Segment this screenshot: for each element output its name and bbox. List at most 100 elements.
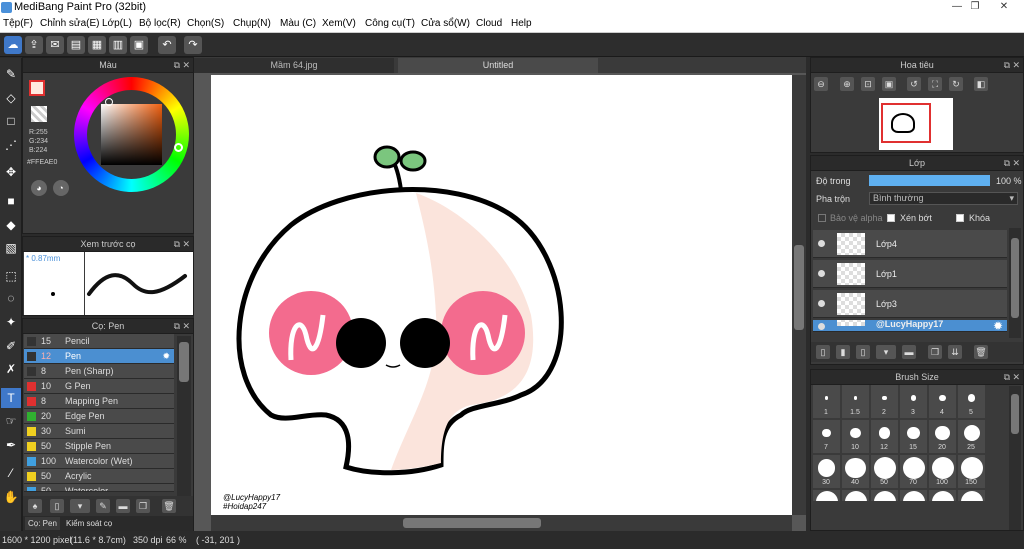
menu-filter[interactable]: Bộ lọc(R) [139, 18, 181, 29]
close-icon[interactable]: ✕ [182, 237, 190, 251]
gradient-tool-icon[interactable]: ▧ [1, 238, 21, 258]
scroll-thumb[interactable] [1011, 238, 1019, 318]
hand-tool-icon[interactable]: ✋ [1, 487, 21, 507]
menu-capture[interactable]: Chụp(N) [233, 18, 271, 29]
undo-button[interactable]: ↶ [158, 36, 176, 54]
tab-brush[interactable]: Cọ: Pen [25, 517, 60, 530]
hue-picker-handle[interactable] [174, 143, 183, 152]
move-tool-icon[interactable]: ✥ [1, 162, 21, 182]
scroll-thumb[interactable] [1011, 394, 1019, 434]
eyedropper-icon[interactable]: ✒ [1, 435, 21, 455]
close-icon[interactable]: ✕ [1012, 370, 1020, 384]
panel-icon[interactable]: ▣ [130, 36, 148, 54]
brush-size-cell[interactable]: 25 [958, 420, 985, 453]
scroll-thumb[interactable] [403, 518, 541, 528]
palette-icon[interactable]: ◕ [31, 180, 47, 196]
restore-button[interactable]: ❐ [963, 0, 987, 14]
brush-size-cell[interactable]: 10 [842, 420, 869, 453]
select-eraser-icon[interactable]: ✗ [1, 359, 21, 379]
canvas-vertical-scrollbar[interactable] [792, 75, 806, 515]
close-button[interactable]: ✕ [985, 0, 1023, 14]
brush-size-cell[interactable]: 400 [871, 490, 898, 501]
tab-untitled[interactable]: Untitled [398, 58, 598, 73]
tab-brush-control[interactable]: Kiểm soát cọ [63, 517, 115, 530]
menu-edit[interactable]: Chỉnh sửa(E) [40, 18, 100, 29]
dropper-icon[interactable]: ⁄ [1, 463, 21, 483]
brush-item[interactable]: 20 Edge Pen [24, 409, 174, 424]
lock-checkbox[interactable] [956, 214, 964, 222]
blend-select[interactable]: Bình thường ▾ [869, 192, 1018, 205]
brush-item[interactable]: 12 Pen ✹ [24, 349, 174, 364]
flip-icon[interactable]: ◧ [974, 77, 988, 91]
folder-icon[interactable]: ▬ [116, 499, 130, 513]
canvas-horizontal-scrollbar[interactable] [211, 515, 792, 531]
visibility-eye-icon[interactable] [818, 323, 825, 330]
brush-add-icon[interactable]: ♠ [28, 499, 42, 513]
close-icon[interactable]: ✕ [182, 319, 190, 333]
brush-item[interactable]: 10 G Pen [24, 379, 174, 394]
brush-size-cell[interactable]: 500 [900, 490, 927, 501]
visibility-eye-icon[interactable] [818, 240, 825, 247]
brush-item[interactable]: 50 Stipple Pen [24, 439, 174, 454]
popout-icon[interactable]: ⧉ [174, 237, 180, 251]
zoom-in-icon[interactable]: ⊕ [840, 77, 854, 91]
brush-item[interactable]: 100 Watercolor (Wet) [24, 454, 174, 469]
new-layer-plus-icon[interactable]: ▮ [836, 345, 850, 359]
close-icon[interactable]: ✕ [1012, 156, 1020, 170]
brush-size-cell[interactable]: 1 [813, 385, 840, 418]
brush-size-cell[interactable]: 1.5 [842, 385, 869, 418]
cloud-icon[interactable]: ☁ [4, 36, 22, 54]
rectangle-tool-icon[interactable]: □ [1, 111, 21, 131]
brush-size-cell[interactable]: 100 [929, 455, 956, 488]
layer-row[interactable]: @LucyHappy17 ✹ [813, 320, 1007, 332]
scroll-thumb[interactable] [794, 245, 804, 330]
brush-size-scrollbar[interactable] [1009, 386, 1021, 530]
brush-size-cell[interactable]: 200 [813, 490, 840, 501]
brush-item[interactable]: 30 Sumi [24, 424, 174, 439]
menu-color[interactable]: Màu (C) [280, 18, 316, 29]
gear-icon[interactable]: ✹ [993, 320, 1003, 331]
folder-icon[interactable]: ▬ [902, 345, 916, 359]
select-rect-icon[interactable]: ⬚ [1, 266, 21, 286]
text-tool-icon[interactable]: T [1, 388, 21, 408]
protect-alpha-checkbox[interactable] [818, 214, 826, 222]
scroll-thumb[interactable] [179, 342, 189, 382]
brush-list-scrollbar[interactable] [177, 336, 191, 496]
brush-item[interactable]: 50 Acrylic [24, 469, 174, 484]
layer-copy-icon[interactable]: ▯ [856, 345, 870, 359]
brush-size-cell[interactable]: 150 [958, 455, 985, 488]
brush-size-cell[interactable]: 15 [900, 420, 927, 453]
new-layer-icon[interactable]: ▯ [816, 345, 830, 359]
popout-icon[interactable]: ⧉ [1004, 58, 1010, 72]
popout-icon[interactable]: ⧉ [174, 58, 180, 72]
gear-icon[interactable]: ✹ [162, 349, 170, 364]
rotate-right-icon[interactable]: ↻ [949, 77, 963, 91]
redo-button[interactable]: ↷ [184, 36, 202, 54]
chat-icon[interactable]: ▤ [67, 36, 85, 54]
visibility-eye-icon[interactable] [818, 270, 825, 277]
brush-size-cell[interactable]: 40 [842, 455, 869, 488]
menu-select[interactable]: Chọn(S) [187, 18, 224, 29]
brush-size-cell[interactable]: 50 [871, 455, 898, 488]
artboard[interactable]: @LucyHappy17 #Hoidap247 [211, 75, 792, 515]
foreground-color-swatch[interactable] [29, 80, 45, 96]
share-icon[interactable]: ⇪ [25, 36, 43, 54]
menu-help[interactable]: Help [511, 18, 532, 29]
layer-row[interactable]: Lớp4 [813, 230, 1007, 258]
brush-tool-icon[interactable]: ✎ [1, 64, 21, 84]
layer-menu-icon[interactable]: ▾ [876, 345, 896, 359]
layer-row[interactable]: Lớp3 [813, 290, 1007, 318]
menu-view[interactable]: Xem(V) [322, 18, 356, 29]
clip-checkbox[interactable] [887, 214, 895, 222]
trash-icon[interactable]: 🗑 [974, 345, 988, 359]
menu-layer[interactable]: Lớp(L) [102, 18, 132, 29]
actual-size-icon[interactable]: ▣ [882, 77, 896, 91]
dotted-brush-icon[interactable]: ⋰ [1, 135, 21, 155]
popout-icon[interactable]: ⧉ [1004, 156, 1010, 170]
zoom-out-icon[interactable]: ⊖ [814, 77, 828, 91]
visibility-eye-icon[interactable] [818, 300, 825, 307]
magic-wand-icon[interactable]: ✦ [1, 312, 21, 332]
popout-icon[interactable]: ⧉ [1004, 370, 1010, 384]
trash-icon[interactable]: 🗑 [162, 499, 176, 513]
tab-mam-64[interactable]: Mầm 64.jpg [194, 58, 394, 73]
